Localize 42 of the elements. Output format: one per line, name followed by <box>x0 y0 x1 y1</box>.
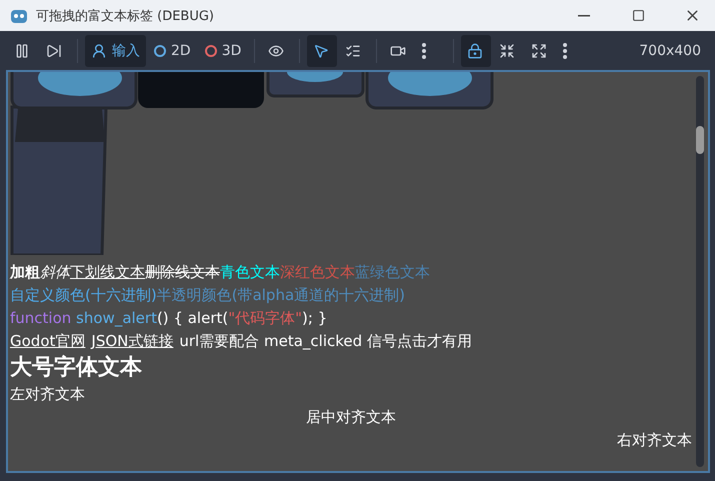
eye-icon <box>268 42 284 58</box>
left-aligned-text: 左对齐文本 <box>10 385 85 403</box>
list-pointer-icon <box>345 42 362 58</box>
lock-icon <box>467 42 484 58</box>
toolbar-button[interactable]: 2D <box>148 34 197 66</box>
colored-text: 自定义颜色(十六进制) <box>10 286 157 304</box>
shrink-icon <box>499 42 516 58</box>
expand-icon <box>531 42 548 58</box>
colored-text: 深红色文本 <box>280 263 355 281</box>
minimize-icon <box>578 14 590 16</box>
link[interactable]: JSON式链接 <box>91 332 174 350</box>
colored-text: function <box>10 309 72 327</box>
more-icon <box>563 42 568 58</box>
toolbar-button[interactable]: 输入 <box>85 34 146 66</box>
strikethrough-text: 删除线文本 <box>145 263 220 281</box>
underlined-text: 下划线文本 <box>70 263 145 281</box>
window-title: 可拖拽的富文本标签 (DEBUG) <box>36 8 216 24</box>
right-aligned-text: 右对齐文本 <box>617 431 692 449</box>
plain-text: () { alert( <box>156 309 228 327</box>
person-icon <box>91 42 107 58</box>
colored-text: 蓝绿色文本 <box>355 263 430 281</box>
colored-text: 青色文本 <box>220 263 280 281</box>
colored-text: 半透明颜色(带alpha通道的十六进制) <box>156 286 406 304</box>
pause-icon <box>14 42 30 58</box>
plain-text: url需要配合 meta_clicked 信号点击才有用 <box>179 332 472 350</box>
step-icon <box>46 42 62 58</box>
centered-text: 居中对齐文本 <box>306 408 396 426</box>
toolbar-icon-button[interactable] <box>307 34 338 66</box>
resolution-label: 700x400 <box>639 42 702 58</box>
maximize-icon <box>632 9 644 22</box>
large-text: 大号字体文本 <box>10 354 143 382</box>
toolbar-button[interactable]: 3D <box>198 34 248 66</box>
bold-text: 加粗 <box>10 263 40 281</box>
colored-text: "代码字体" <box>228 309 302 327</box>
colored-text: show_alert <box>75 309 157 327</box>
more-icon <box>422 42 426 58</box>
scrollbar-thumb[interactable] <box>696 126 704 154</box>
italic-text: 斜体 <box>40 263 70 281</box>
toolbar-icon-button[interactable] <box>461 34 492 66</box>
link[interactable]: Godot官网 <box>10 332 86 350</box>
pointer-icon <box>313 42 330 58</box>
plain-text: ); } <box>302 309 328 327</box>
